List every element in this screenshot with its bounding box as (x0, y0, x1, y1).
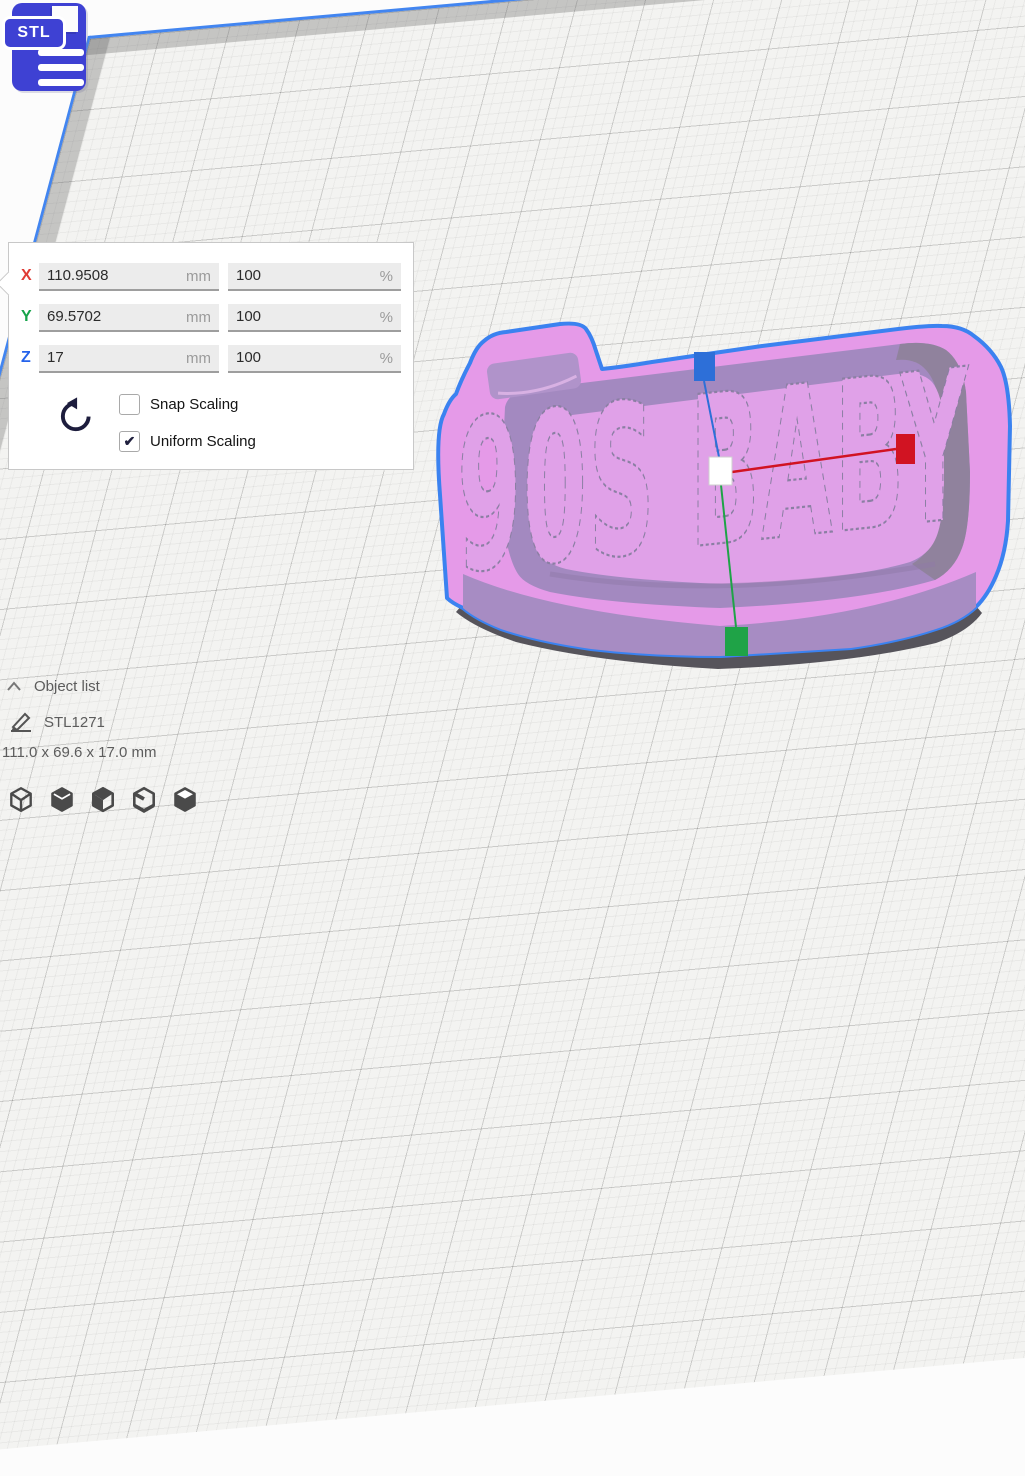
scale-z-percent-input[interactable] (228, 345, 401, 371)
build-plate-edge-band-top (86, 0, 1025, 55)
reset-arrow-icon (57, 396, 93, 436)
snap-scaling-label: Snap Scaling (150, 396, 238, 413)
collapse-object-list-button[interactable] (6, 680, 22, 694)
document-line-icon (38, 64, 84, 71)
scale-handle-z-blue[interactable] (694, 352, 715, 381)
object-list-title: Object list (34, 678, 100, 695)
axis-z-label: Z (21, 349, 39, 367)
model-90s-baby[interactable]: 90S BABY (430, 312, 1025, 687)
cube-solid-icon (48, 785, 76, 813)
view-top-button[interactable] (88, 784, 118, 814)
cube-wireframe-icon (7, 785, 35, 813)
stl-file-icon: STL (0, 0, 94, 100)
document-line-icon (38, 79, 84, 86)
scale-x-mm-input[interactable] (39, 263, 219, 289)
scale-tool-panel: X mm % Y mm % Z mm % (8, 242, 414, 470)
scale-handle-x-red[interactable] (896, 434, 915, 464)
cube-left-shaded-icon (89, 785, 117, 813)
view-front-button[interactable] (47, 784, 77, 814)
axis-x-label: X (21, 267, 39, 285)
snap-scaling-checkbox[interactable] (119, 394, 140, 415)
scale-x-percent-input[interactable] (228, 263, 401, 289)
scale-y-percent-input[interactable] (228, 304, 401, 330)
uniform-scaling-label: Uniform Scaling (150, 433, 256, 450)
cube-top-shaded-icon (171, 785, 199, 813)
reset-scale-button[interactable] (53, 393, 97, 441)
scale-handle-y-green[interactable] (725, 627, 748, 656)
object-item-name: STL1271 (44, 714, 105, 731)
view-left-button[interactable] (129, 784, 159, 814)
pencil-icon (8, 710, 34, 734)
stl-badge: STL (2, 16, 66, 50)
scale-row-z: Z mm % (9, 345, 413, 373)
chevron-up-icon (6, 681, 22, 692)
model-dimensions-readout: 111.0 x 69.6 x 17.0 mm (2, 744, 157, 761)
cube-outline-icon (130, 785, 158, 813)
scale-z-mm-input[interactable] (39, 345, 219, 371)
scale-y-mm-input[interactable] (39, 304, 219, 330)
build-plate (0, 0, 1025, 1476)
uniform-scaling-checkbox[interactable]: ✔ (119, 431, 140, 452)
axis-y-label: Y (21, 308, 39, 326)
scale-handle-center-white[interactable] (709, 457, 732, 485)
view-3d-button[interactable] (6, 784, 36, 814)
scale-row-x: X mm % (9, 263, 413, 291)
view-right-button[interactable] (170, 784, 200, 814)
object-list-item[interactable]: STL1271 (0, 710, 105, 734)
document-line-icon (38, 49, 84, 56)
camera-view-toolbar (6, 784, 200, 814)
scale-row-y: Y mm % (9, 304, 413, 332)
